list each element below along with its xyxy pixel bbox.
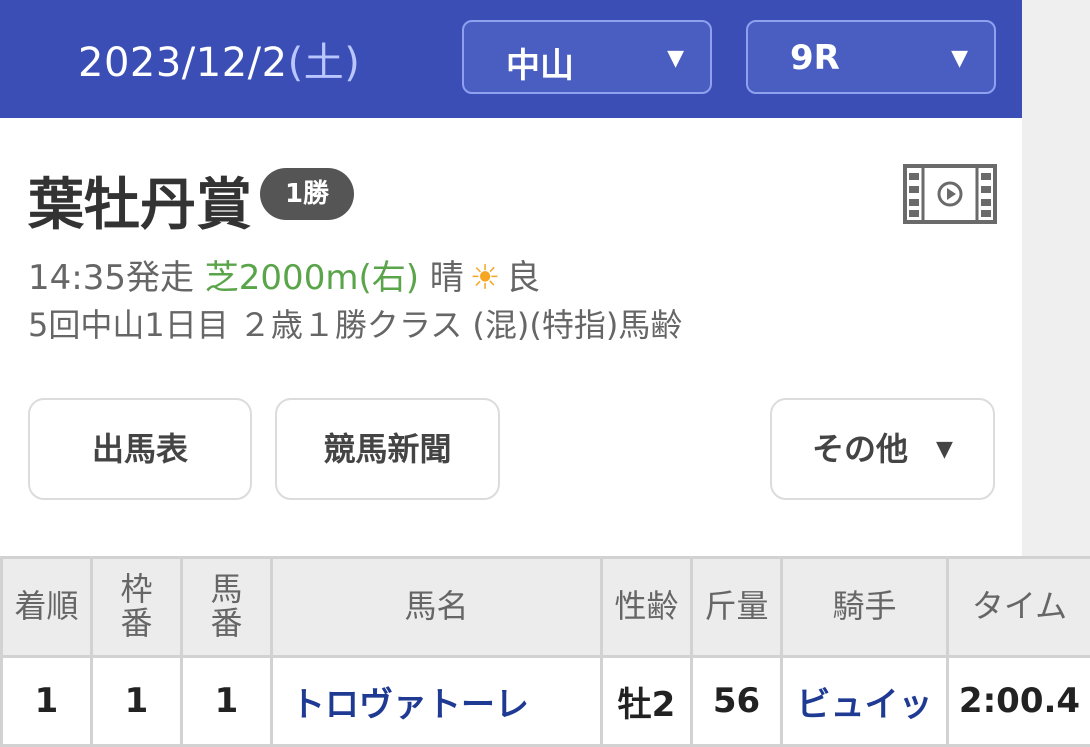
entries-button-label: 出馬表 — [92, 430, 188, 468]
race-selector-bar: 2023/12/2(土) 中山 ▼ 9R ▼ — [0, 0, 1022, 118]
newspaper-button-label: 競馬新聞 — [323, 430, 451, 468]
date-text: 2023/12/2 — [78, 40, 288, 86]
table-header-row: 着順 枠番 馬番 馬名 性齢 斤量 騎手 タイム — [2, 558, 1090, 657]
grade-badge: 1勝 — [260, 168, 354, 220]
cell-time: 2:00.4 — [948, 657, 1090, 746]
table-row: 1 1 1 トロヴァトーレ 牡2 56 ビュイッ 2:00.4 — [2, 657, 1090, 746]
col-horse-name[interactable]: 馬名 — [272, 558, 602, 657]
col-horse-number-bottom: 番 — [210, 604, 242, 642]
race-date[interactable]: 2023/12/2(土) — [78, 30, 360, 88]
horse-name-link[interactable]: トロヴァトーレ — [272, 657, 602, 746]
jockey-link[interactable]: ビュイッ — [782, 657, 948, 746]
chevron-down-icon: ▼ — [951, 46, 968, 71]
cell-weight: 56 — [692, 657, 782, 746]
results-table: 着順 枠番 馬番 馬名 性齢 斤量 騎手 タイム 1 1 1 トロヴァトーレ 牡… — [0, 556, 1090, 747]
col-weight[interactable]: 斤量 — [692, 558, 782, 657]
col-frame-top: 枠 — [120, 570, 152, 608]
col-frame-bottom: 番 — [120, 604, 152, 642]
sun-icon: ☀ — [470, 258, 500, 298]
others-dropdown-button[interactable]: その他 ▼ — [770, 398, 995, 500]
start-time: 14:35発走 — [28, 258, 194, 298]
col-horse-number-top: 馬 — [210, 570, 242, 608]
others-button-label: その他 — [812, 430, 908, 468]
col-rank[interactable]: 着順 — [2, 558, 92, 657]
race-conditions: 14:35発走 芝2000m(右) 晴☀良 — [28, 250, 540, 299]
course-info: 芝2000m(右) — [205, 258, 419, 298]
weather-text: 晴 — [430, 258, 464, 298]
cell-horse-number: 1 — [182, 657, 272, 746]
track-going: 良 — [506, 258, 540, 298]
chevron-down-icon: ▼ — [936, 437, 953, 462]
day-of-week: (土) — [288, 40, 361, 86]
venue-select[interactable]: 中山 ▼ — [462, 20, 712, 94]
col-sex-age[interactable]: 性齢 — [602, 558, 692, 657]
race-detail: 5回中山1日目 ２歳１勝クラス (混)(特指)馬齢 — [28, 300, 682, 346]
col-frame[interactable]: 枠番 — [92, 558, 182, 657]
cell-sex-age: 牡2 — [602, 657, 692, 746]
cell-frame: 1 — [92, 657, 182, 746]
col-horse-number[interactable]: 馬番 — [182, 558, 272, 657]
race-number-select[interactable]: 9R ▼ — [746, 20, 996, 94]
entries-button[interactable]: 出馬表 — [28, 398, 252, 500]
col-time[interactable]: タイム — [948, 558, 1090, 657]
right-gutter — [1022, 0, 1090, 556]
race-number-value: 9R — [790, 38, 840, 78]
video-icon[interactable] — [903, 164, 997, 224]
venue-select-value: 中山 — [506, 38, 574, 87]
chevron-down-icon: ▼ — [667, 46, 684, 71]
cell-rank: 1 — [2, 657, 92, 746]
race-title: 葉牡丹賞 — [28, 160, 252, 241]
newspaper-button[interactable]: 競馬新聞 — [275, 398, 500, 500]
col-jockey[interactable]: 騎手 — [782, 558, 948, 657]
film-video-icon — [903, 164, 997, 224]
